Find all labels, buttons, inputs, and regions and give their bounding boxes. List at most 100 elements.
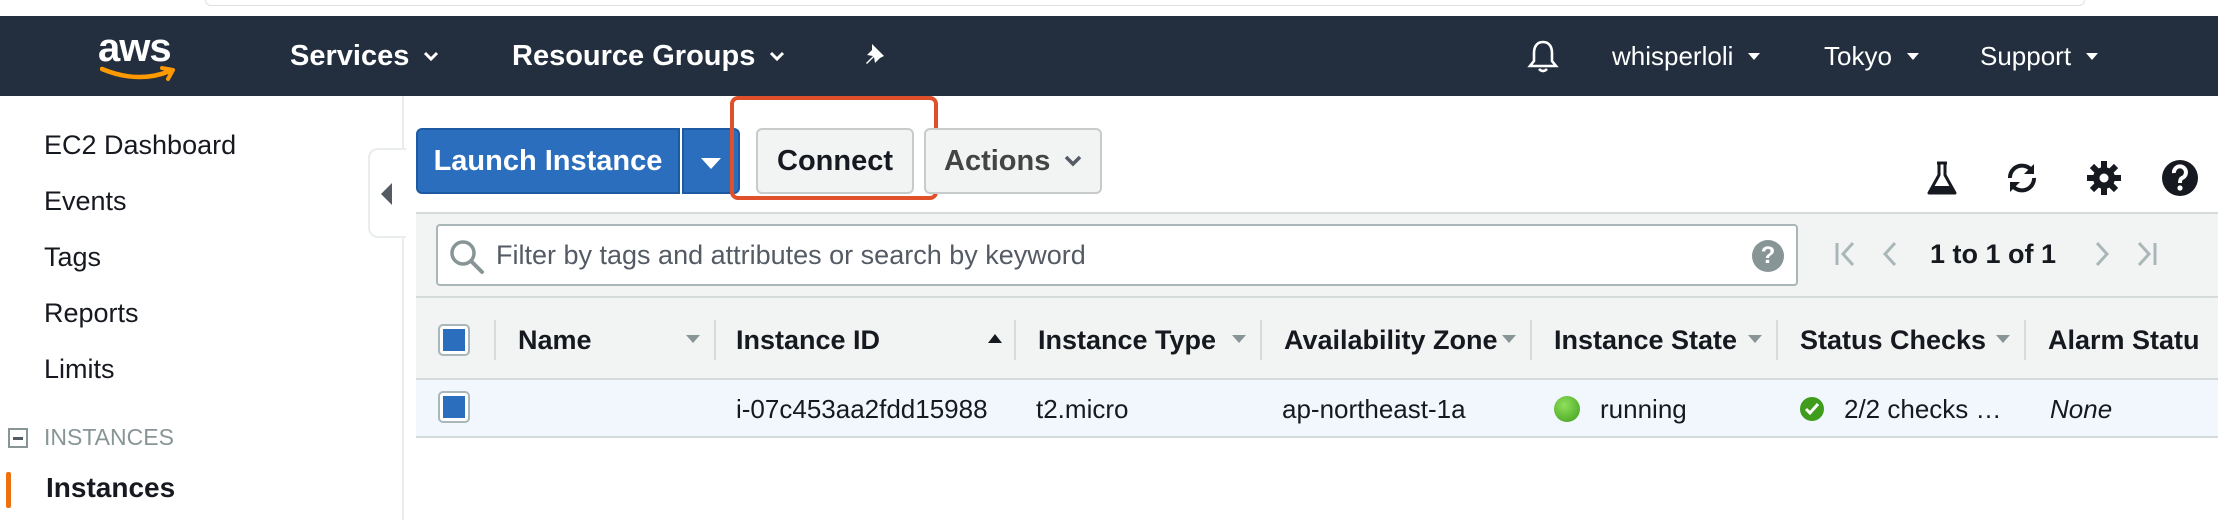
last-page-button[interactable] <box>2124 232 2168 276</box>
column-separator <box>714 320 716 360</box>
chevron-down-icon <box>1065 155 1082 167</box>
chevron-down-icon <box>770 51 785 61</box>
aws-logo[interactable]: aws <box>96 26 186 86</box>
sidebar: EC2 Dashboard Events Tags Reports Limits… <box>0 96 404 520</box>
column-menu-caret-icon[interactable] <box>1502 335 1516 343</box>
pin-icon <box>866 44 884 64</box>
collapse-sidebar-button[interactable] <box>368 148 406 238</box>
help-icon[interactable] <box>2160 158 2200 198</box>
cell-instance-state: running <box>1554 380 1687 438</box>
pin-button[interactable] <box>862 40 892 72</box>
running-status-icon <box>1554 396 1580 422</box>
connect-label: Connect <box>777 144 893 177</box>
top-navigation-bar: aws Services Resource Groups whisperloli… <box>0 16 2218 96</box>
aws-smile-icon <box>100 66 175 81</box>
cell-alarm-status: None <box>2050 393 2113 424</box>
chevron-down-icon <box>1906 52 1919 60</box>
sidebar-item-events[interactable]: Events <box>44 186 127 217</box>
sidebar-item-limits[interactable]: Limits <box>44 354 115 385</box>
resource-groups-label: Resource Groups <box>512 39 756 72</box>
column-menu-caret-icon[interactable] <box>686 335 700 343</box>
bell-icon <box>1527 40 1559 73</box>
services-menu[interactable]: Services <box>290 40 439 72</box>
chevron-down-icon <box>2086 52 2099 60</box>
cell-status-checks: 2/2 checks … <box>1800 380 2002 438</box>
resource-groups-menu[interactable]: Resource Groups <box>512 40 785 72</box>
column-menu-caret-icon[interactable] <box>1996 335 2010 343</box>
column-separator <box>2024 320 2026 360</box>
aws-logo-text: aws <box>98 26 172 70</box>
column-header-availability-zone[interactable]: Availability Zone <box>1284 298 1498 382</box>
column-menu-caret-icon[interactable] <box>1748 335 1762 343</box>
instance-state-text: running <box>1600 393 1687 424</box>
row-select-checkbox[interactable] <box>438 391 470 423</box>
chevron-right-icon <box>2095 241 2110 267</box>
table-header-row: Name Instance ID Instance Type Availabil… <box>416 296 2218 380</box>
column-header-status-checks[interactable]: Status Checks <box>1800 298 1986 382</box>
cell-instance-type: t2.micro <box>1036 393 1129 424</box>
account-username: whisperloli <box>1612 40 1734 71</box>
services-label: Services <box>290 39 410 72</box>
column-header-name[interactable]: Name <box>518 298 592 382</box>
region-menu[interactable]: Tokyo <box>1824 40 1920 72</box>
support-label: Support <box>1980 40 2072 71</box>
browser-address-edge <box>205 0 2085 6</box>
account-menu[interactable]: whisperloli <box>1612 40 1761 72</box>
gear-icon[interactable] <box>2084 158 2124 198</box>
sort-ascending-icon[interactable] <box>988 334 1002 343</box>
refresh-icon[interactable] <box>2002 158 2042 198</box>
launch-instance-label: Launch Instance <box>433 144 663 177</box>
check-passed-icon <box>1800 397 1824 421</box>
launch-instance-button[interactable]: Launch Instance <box>416 128 680 194</box>
column-header-instance-type[interactable]: Instance Type <box>1038 298 1216 382</box>
select-all-checkbox[interactable] <box>438 324 470 356</box>
chevron-left-icon <box>1882 241 1897 267</box>
cell-availability-zone: ap-northeast-1a <box>1282 393 1466 424</box>
first-page-icon <box>1835 241 1855 267</box>
chevron-left-icon <box>381 183 392 205</box>
search-icon <box>450 240 484 274</box>
browser-tab-strip <box>0 0 2218 16</box>
sidebar-section-label: INSTANCES <box>44 424 174 450</box>
chevron-down-icon <box>1748 52 1761 60</box>
column-separator <box>1260 320 1262 360</box>
next-page-button[interactable] <box>2080 232 2124 276</box>
caret-down-icon <box>701 158 721 169</box>
notifications-button[interactable] <box>1526 40 1560 73</box>
column-separator <box>1530 320 1532 360</box>
cell-instance-id: i-07c453aa2fdd15988 <box>736 393 988 424</box>
connect-button[interactable]: Connect <box>756 128 914 194</box>
active-item-marker <box>6 472 11 508</box>
pagination: 1 to 1 of 1 <box>1824 228 2168 280</box>
pagination-text: 1 to 1 of 1 <box>1930 238 2057 269</box>
flask-icon[interactable] <box>1922 158 1962 198</box>
column-separator <box>494 320 496 360</box>
sidebar-item-tags[interactable]: Tags <box>44 242 101 273</box>
region-label: Tokyo <box>1824 40 1892 71</box>
filter-bar: ? 1 to 1 of 1 <box>416 212 2218 296</box>
column-header-instance-state[interactable]: Instance State <box>1554 298 1737 382</box>
column-menu-caret-icon[interactable] <box>1232 335 1246 343</box>
sidebar-section-instances[interactable]: INSTANCES <box>8 424 174 451</box>
sidebar-item-instances[interactable]: Instances <box>46 472 175 504</box>
chevron-down-icon <box>424 51 439 61</box>
column-separator <box>1014 320 1016 360</box>
previous-page-button[interactable] <box>1868 232 1912 276</box>
sidebar-item-ec2-dashboard[interactable]: EC2 Dashboard <box>44 130 236 161</box>
status-checks-text: 2/2 checks … <box>1844 393 2002 424</box>
first-page-button[interactable] <box>1824 232 1868 276</box>
column-separator <box>1776 320 1778 360</box>
actions-button[interactable]: Actions <box>924 128 1102 194</box>
filter-help-icon[interactable]: ? <box>1752 240 1784 272</box>
filter-search-input[interactable] <box>496 232 1716 278</box>
support-menu[interactable]: Support <box>1980 40 2099 72</box>
column-header-alarm-status[interactable]: Alarm Statu <box>2048 298 2218 382</box>
last-page-icon <box>2137 241 2157 267</box>
instances-table-panel: ? 1 to 1 of 1 Name Instance ID Instanc <box>416 212 2218 438</box>
sidebar-item-reports[interactable]: Reports <box>44 298 139 329</box>
filter-search-box: ? <box>436 224 1798 286</box>
launch-instance-dropdown-button[interactable] <box>682 128 740 194</box>
column-header-instance-id[interactable]: Instance ID <box>736 298 880 382</box>
collapse-section-icon <box>8 427 28 448</box>
table-row[interactable]: i-07c453aa2fdd15988 t2.micro ap-northeas… <box>416 380 2218 438</box>
